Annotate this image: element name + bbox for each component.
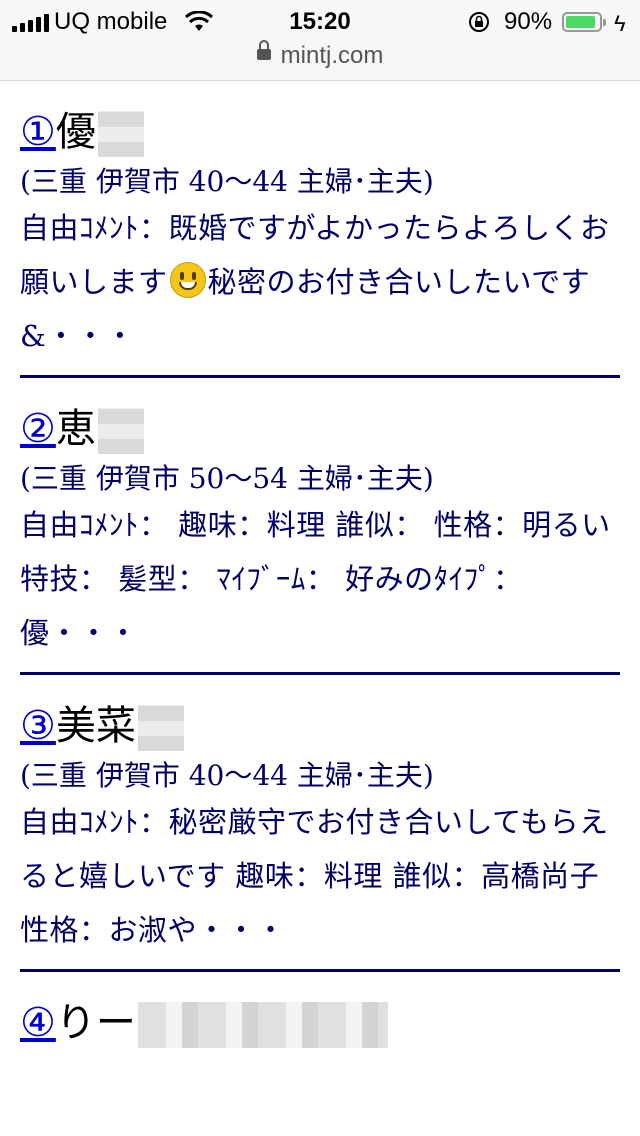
entry-heading: ①優 — [20, 107, 620, 157]
list-item: ③ 美菜 (三重 伊賀市 40〜44 主婦･主夫) 自由ｺﾒﾝﾄ：秘密厳守でお付き… — [20, 701, 620, 972]
status-bar: UQ mobile 15:20 90% ϟ mintj.com — [0, 0, 640, 81]
profile-list: ①優 (三重 伊賀市 40〜44 主婦･主夫) 自由ｺﾒﾝﾄ：既婚ですがよかった… — [0, 107, 640, 1048]
url-text: mintj.com — [280, 42, 384, 69]
list-item: ④ りー — [20, 998, 620, 1048]
entry-number-link[interactable]: ④ — [20, 998, 56, 1048]
pixelated-name-mosaic — [137, 1002, 388, 1048]
list-item: ②恵 (三重 伊賀市 50〜54 主婦･主夫) 自由ｺﾒﾝﾄ： 趣味：料理 誰似… — [20, 404, 620, 675]
entry-heading: ③ 美菜 — [20, 701, 620, 751]
battery-icon — [562, 12, 606, 32]
orientation-lock-icon — [469, 12, 489, 32]
pixelated-name-mosaic — [137, 705, 184, 751]
battery-percentage: 90% — [504, 8, 553, 35]
entry-meta: (三重 伊賀市 40〜44 主婦･主夫) — [20, 165, 434, 198]
entry-name: 優 — [55, 109, 96, 155]
entry-number-link[interactable]: ② — [20, 404, 56, 454]
entry-number-link[interactable]: ① — [20, 107, 56, 157]
list-item: ①優 (三重 伊賀市 40〜44 主婦･主夫) 自由ｺﾒﾝﾄ：既婚ですがよかった… — [20, 107, 620, 378]
entry-meta: (三重 伊賀市 50〜54 主婦･主夫) — [20, 462, 434, 495]
entry-comment: 自由ｺﾒﾝﾄ：既婚ですがよかったらよろしくお願いします 秘密のお付き合いしたいです… — [20, 201, 620, 363]
pixelated-name-mosaic — [97, 408, 144, 454]
entry-name: 恵 — [55, 406, 96, 452]
entry-meta: (三重 伊賀市 40〜44 主婦･主夫) — [20, 759, 434, 792]
entry-comment: 自由ｺﾒﾝﾄ：秘密厳守でお付き合いしてもらえると嬉しいです 趣味：料理 誰似：高… — [20, 805, 609, 947]
entry-number-link[interactable]: ③ — [20, 701, 56, 751]
entry-name: りー — [55, 1000, 136, 1046]
entry-name: 美菜 — [55, 703, 136, 749]
entry-heading: ②恵 — [20, 404, 620, 454]
pixelated-name-mosaic — [97, 111, 144, 157]
grinning-face-emoji-icon — [169, 262, 206, 298]
entry-comment: 自由ｺﾒﾝﾄ： 趣味：料理 誰似： 性格：明るい 特技： 髪型： ﾏｲﾌﾞｰﾑ：… — [20, 508, 611, 650]
address-bar[interactable]: mintj.com — [0, 40, 640, 70]
charging-bolt-icon: ϟ — [614, 11, 626, 36]
lock-icon — [256, 40, 271, 61]
entry-heading: ④ りー — [20, 998, 620, 1048]
